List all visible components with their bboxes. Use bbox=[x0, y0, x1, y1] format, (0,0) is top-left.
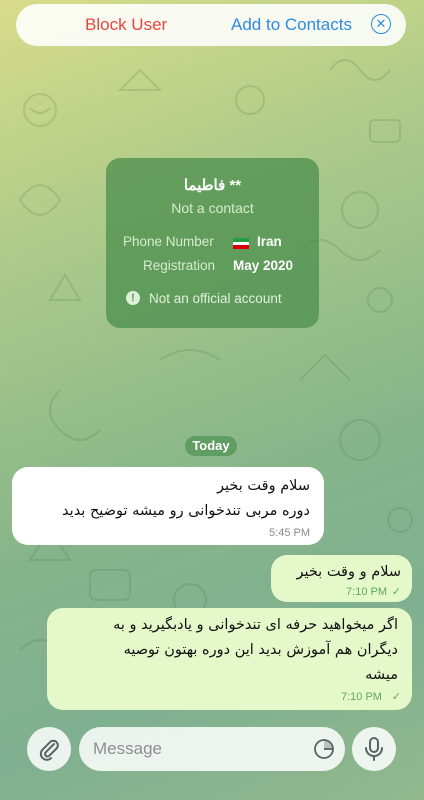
message-bubble-incoming[interactable]: سلام وقت بخیر دوره مربی تندخوانی رو میشه… bbox=[12, 467, 324, 545]
message-line: دیگران هم آموزش بدید این دوره بهتون توصی… bbox=[123, 642, 398, 658]
attach-button[interactable] bbox=[27, 727, 71, 771]
date-separator: Today bbox=[185, 436, 237, 456]
read-check-icon: ✓ bbox=[391, 691, 401, 703]
voice-record-button[interactable] bbox=[352, 727, 396, 771]
message-line: اگر میخواهید حرفه ای تندخوانی و یادبگیری… bbox=[113, 617, 398, 633]
message-bubble-outgoing[interactable]: اگر میخواهید حرفه ای تندخوانی و یادبگیری… bbox=[47, 608, 412, 710]
close-icon[interactable]: ✕ bbox=[371, 14, 391, 34]
message-line: دوره مربی تندخوانی رو میشه توضیح بدید bbox=[62, 503, 310, 519]
registration-date: May 2020 bbox=[233, 258, 294, 273]
registration-label: Registration bbox=[143, 258, 216, 273]
message-time: 7:10 PM bbox=[346, 586, 387, 598]
contact-info-card: فاطیما ** Not a contact Phone Number Ira… bbox=[106, 158, 319, 328]
read-check-icon: ✓ bbox=[391, 586, 401, 598]
paperclip-icon bbox=[39, 739, 59, 761]
contact-status: Not a contact bbox=[171, 200, 254, 216]
block-user-button[interactable]: Block User bbox=[85, 15, 167, 35]
message-bubble-outgoing[interactable]: سلام و وقت بخیر 7:10 PM ✓ bbox=[271, 555, 412, 602]
sticker-icon[interactable] bbox=[313, 738, 335, 760]
phone-country: Iran bbox=[257, 234, 282, 249]
message-input-field[interactable] bbox=[79, 727, 345, 771]
message-time: 7:10 PM bbox=[341, 691, 382, 703]
message-line: سلام و وقت بخیر bbox=[296, 564, 401, 580]
iran-flag-icon bbox=[233, 238, 249, 249]
contact-name: فاطیما ** bbox=[183, 177, 242, 194]
message-line: میشه bbox=[365, 667, 398, 683]
add-to-contacts-button[interactable]: Add to Contacts bbox=[231, 15, 352, 35]
action-bar: Block User Add to Contacts ✕ bbox=[16, 4, 406, 46]
official-account-note: Not an official account bbox=[149, 291, 282, 306]
microphone-icon bbox=[365, 737, 383, 761]
message-input[interactable] bbox=[91, 735, 305, 763]
message-time: 5:45 PM bbox=[269, 527, 310, 539]
info-icon: ! bbox=[126, 291, 140, 305]
phone-number-label: Phone Number bbox=[123, 234, 214, 249]
message-line: سلام وقت بخیر bbox=[217, 478, 310, 494]
